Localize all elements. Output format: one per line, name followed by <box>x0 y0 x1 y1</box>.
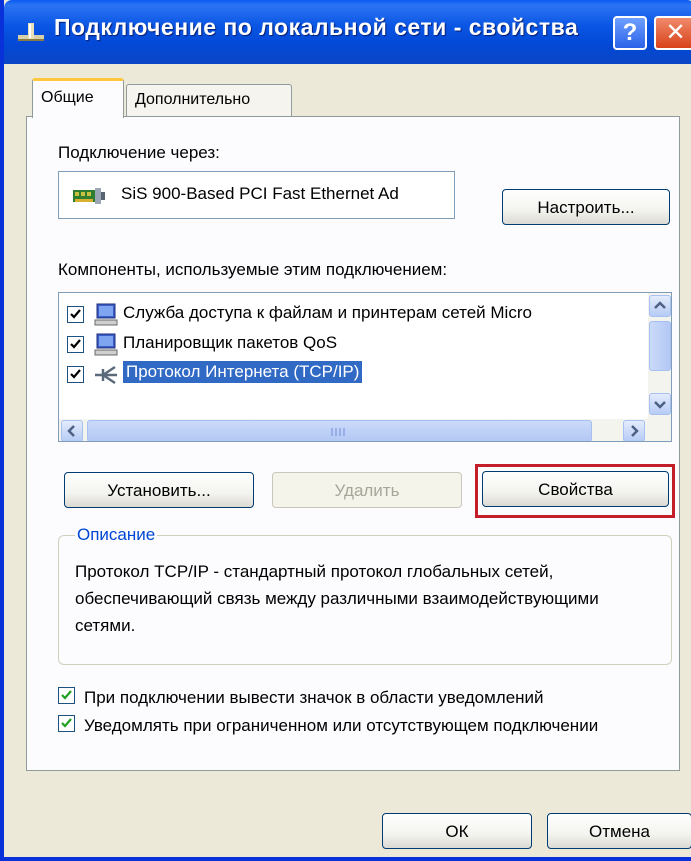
notify-limited-checkbox[interactable] <box>58 715 75 732</box>
list-item[interactable]: Служба доступа к файлам и принтерам сете… <box>59 301 639 329</box>
network-card-icon <box>73 188 105 204</box>
components-label: Компоненты, используемые этим подключени… <box>58 260 448 279</box>
service-computer-icon <box>94 303 118 326</box>
install-button[interactable]: Установить... <box>64 472 254 508</box>
chevron-right-icon <box>631 425 639 437</box>
show-tray-icon-label: При подключении вывести значок в области… <box>84 688 544 707</box>
ok-button[interactable]: ОК <box>382 813 532 849</box>
components-list[interactable]: Служба доступа к файлам и принтерам сете… <box>58 292 672 442</box>
cancel-button[interactable]: Отмена <box>547 813 691 849</box>
tab-general[interactable]: Общие <box>32 78 124 118</box>
scroll-down-button[interactable] <box>649 393 671 415</box>
protocol-icon <box>95 365 117 385</box>
scroll-up-button[interactable] <box>649 295 671 317</box>
show-tray-icon-checkbox[interactable] <box>58 687 75 704</box>
remove-button[interactable]: Удалить <box>272 472 462 508</box>
network-connection-icon <box>18 23 44 41</box>
scroll-right-button[interactable] <box>623 420 645 441</box>
description-legend: Описание <box>75 525 158 545</box>
configure-button[interactable]: Настроить... <box>502 189 670 225</box>
close-button[interactable]: ✕ <box>654 16 691 50</box>
chevron-left-icon <box>67 425 75 437</box>
grip-icon <box>331 428 345 436</box>
checkmark-icon <box>70 309 81 319</box>
checkmark-icon <box>70 369 81 379</box>
notify-limited-label: Уведомлять при ограниченном или отсутств… <box>84 716 599 735</box>
title-bar[interactable]: Подключение по локальной сети - свойства… <box>4 0 691 64</box>
checkmark-icon <box>70 339 81 349</box>
checkmark-icon <box>61 718 72 728</box>
tab-panel-general: Подключение через: SiS 900-Based PCI Fas… <box>26 116 680 771</box>
description-group: Описание Протокол TCP/IP - стандартный п… <box>58 525 672 665</box>
component-label: Протокол Интернета (TCP/IP) <box>123 361 363 383</box>
adapter-field: SiS 900-Based PCI Fast Ethernet Ad <box>58 171 455 219</box>
adapter-name: SiS 900-Based PCI Fast Ethernet Ad <box>121 184 399 203</box>
component-checkbox[interactable] <box>67 366 84 383</box>
vertical-scroll-thumb[interactable] <box>649 321 671 371</box>
connect-via-label: Подключение через: <box>58 143 220 162</box>
service-computer-icon <box>94 333 118 356</box>
window-title: Подключение по локальной сети - свойства <box>54 14 579 40</box>
chevron-down-icon <box>654 401 666 409</box>
tab-advanced[interactable]: Дополнительно <box>126 84 292 116</box>
list-item[interactable]: Планировщик пакетов QoS <box>59 331 639 359</box>
component-checkbox[interactable] <box>67 336 84 353</box>
description-text: Протокол TCP/IP - стандартный протокол г… <box>75 562 599 635</box>
properties-dialog: Подключение по локальной сети - свойства… <box>0 0 691 861</box>
list-item[interactable]: Протокол Интернета (TCP/IP) <box>59 361 639 389</box>
chevron-up-icon <box>654 301 666 309</box>
properties-button[interactable]: Свойства <box>482 471 669 507</box>
component-label: Служба доступа к файлам и принтерам сете… <box>123 303 532 322</box>
help-button[interactable]: ? <box>613 16 647 50</box>
scroll-left-button[interactable] <box>61 420 83 441</box>
component-checkbox[interactable] <box>67 306 84 323</box>
checkmark-icon <box>61 690 72 700</box>
component-label: Планировщик пакетов QoS <box>123 333 338 352</box>
horizontal-scroll-thumb[interactable] <box>87 420 592 441</box>
